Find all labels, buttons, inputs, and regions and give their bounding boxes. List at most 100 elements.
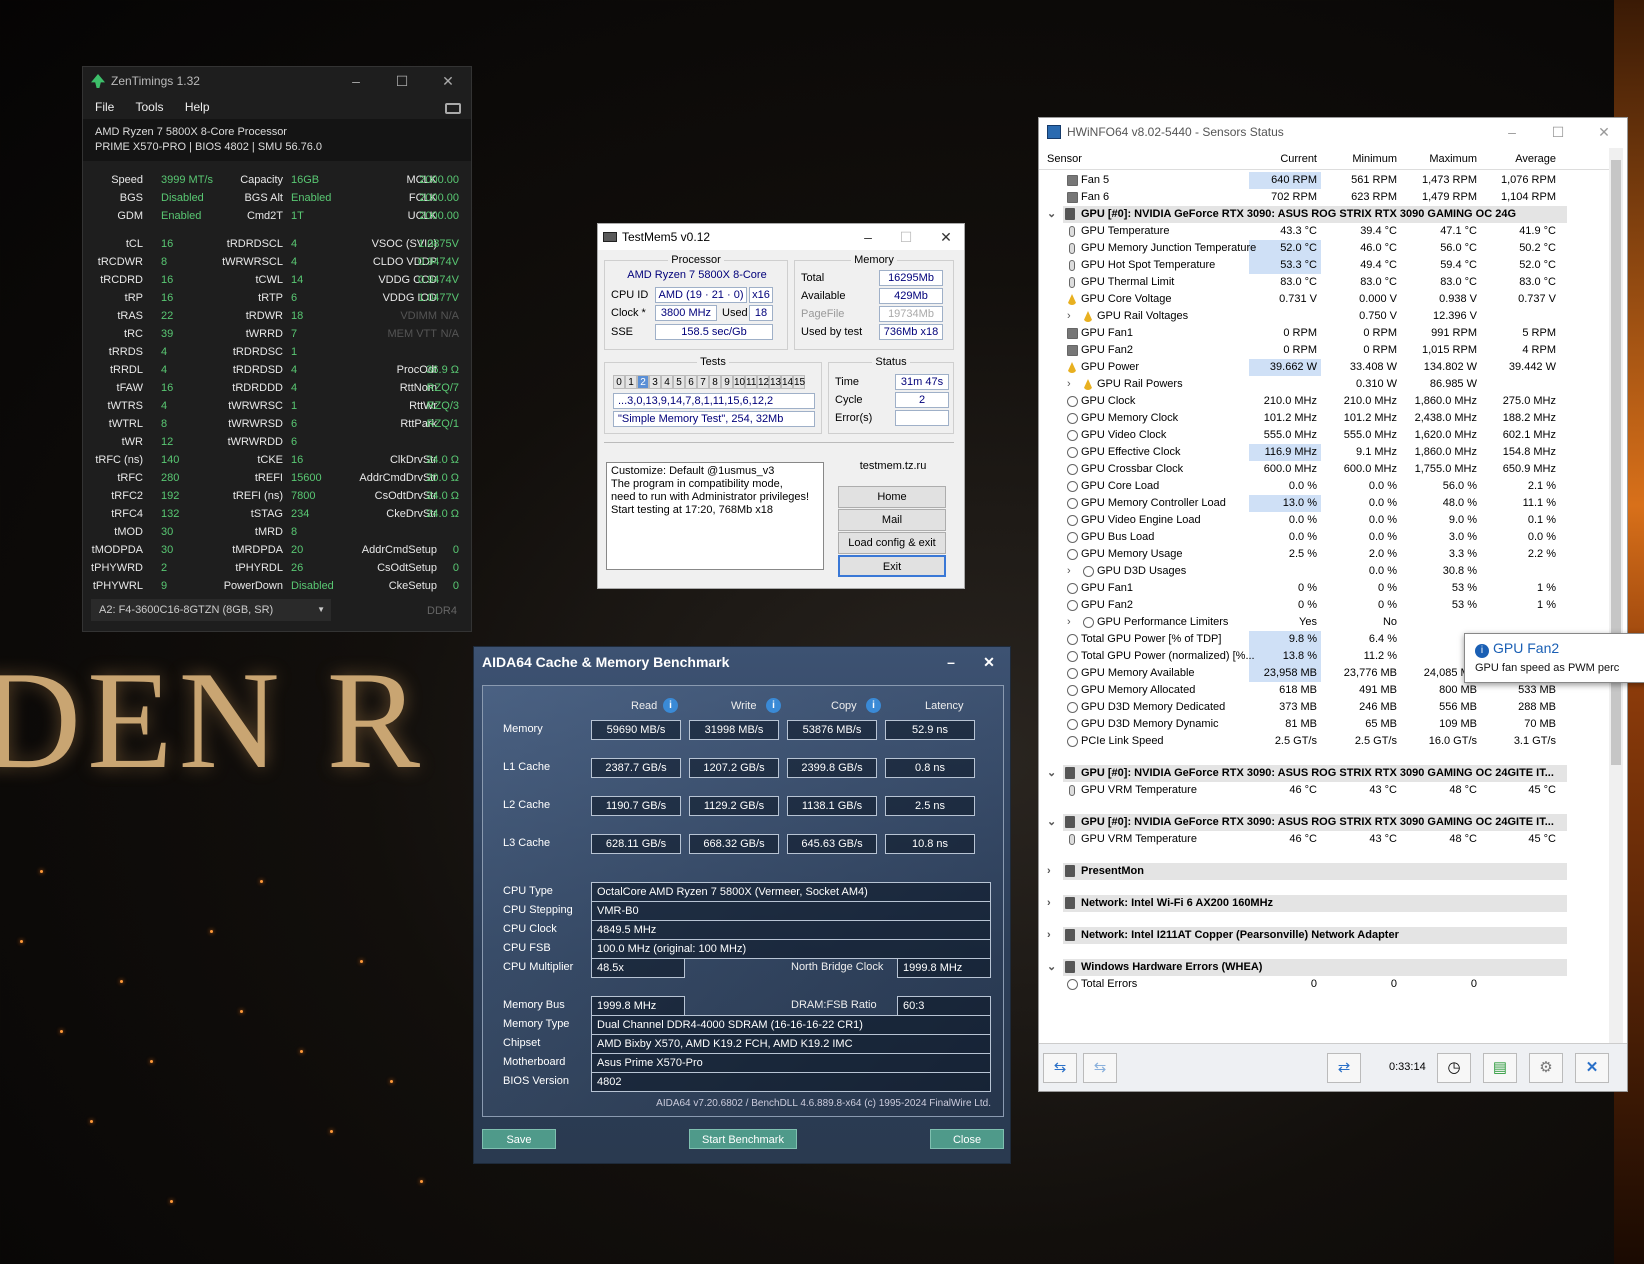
timing-value: 6 [291, 436, 298, 448]
sensor-row[interactable]: GPU Core Voltage 0.731 V 0.000 V 0.938 V 0.7… [1039, 291, 1609, 308]
navigate-back-icon[interactable]: ⇆ [1043, 1053, 1077, 1083]
load-config-button[interactable]: Load config & exit [838, 532, 946, 554]
chevron-down-icon[interactable]: ⌄ [1047, 765, 1056, 782]
chevron-down-icon[interactable]: ⌄ [1047, 206, 1056, 223]
sensor-row[interactable]: GPU Video Engine Load 0.0 % 0.0 % 9.0 % 0.1 … [1039, 512, 1609, 529]
chevron-right-icon[interactable]: › [1047, 927, 1051, 944]
sensor-row[interactable]: GPU Crossbar Clock 600.0 MHz 600.0 MHz 1,75… [1039, 461, 1609, 478]
sensor-row[interactable]: Total Errors 0 0 0 [1039, 976, 1609, 993]
menu-tools[interactable]: Tools [135, 100, 163, 114]
save-button[interactable]: Save [482, 1129, 556, 1149]
settings-gear-icon[interactable]: ⚙ [1529, 1053, 1563, 1083]
log-textarea[interactable]: Customize: Default @1usmus_v3 The progra… [606, 462, 824, 570]
sensor-row[interactable]: GPU VRM Temperature 46 °C 43 °C 48 °C 45 °C [1039, 782, 1609, 799]
sensor-row[interactable]: Fan 5 640 RPM 561 RPM 1,473 RPM 1,076 RPM [1039, 172, 1609, 189]
aida64-window[interactable]: AIDA64 Cache & Memory Benchmark – ✕ Read… [473, 646, 1011, 1164]
sensor-row[interactable]: GPU Thermal Limit 83.0 °C 83.0 °C 83.0 °C 83… [1039, 274, 1609, 291]
sensor-row[interactable]: GPU Core Load 0.0 % 0.0 % 56.0 % 2.1 % [1039, 478, 1609, 495]
sensor-row[interactable]: Fan 6 702 RPM 623 RPM 1,479 RPM 1,104 RPM [1039, 189, 1609, 206]
hwinfo-window[interactable]: HWiNFO64 v8.02-5440 - Sensors Status – ☐… [1038, 117, 1628, 1092]
maximize-icon[interactable]: ☐ [1535, 118, 1581, 146]
chevron-right-icon[interactable]: › [1047, 895, 1051, 912]
chevron-right-icon[interactable]: › [1047, 863, 1051, 880]
sensor-row[interactable]: GPU Fan1 0 % 0 % 53 % 1 % [1039, 580, 1609, 597]
sensor-row[interactable]: GPU Hot Spot Temperature 53.3 °C 49.4 °C 59… [1039, 257, 1609, 274]
sensor-row[interactable]: › GPU D3D Usages 0.0 % 30.8 % [1039, 563, 1609, 580]
testmem-window[interactable]: TestMem5 v0.12 – ☐ ✕ Processor AMD Ryzen… [597, 223, 965, 589]
sensor-row[interactable]: GPU Memory Junction Temperature 52.0 °C 46… [1039, 240, 1609, 257]
maximize-icon[interactable]: ☐ [888, 224, 924, 250]
exit-button[interactable]: Exit [838, 555, 946, 577]
chevron-right-icon[interactable]: › [1067, 614, 1071, 631]
close-icon[interactable]: ✕ [928, 224, 964, 250]
hwinfo-titlebar[interactable]: HWiNFO64 v8.02-5440 - Sensors Status – ☐… [1039, 118, 1627, 146]
sensor-row[interactable]: GPU Fan1 0 RPM 0 RPM 991 RPM 5 RPM [1039, 325, 1609, 342]
col-average[interactable]: Average [1515, 153, 1556, 165]
sensor-row[interactable]: GPU Memory Controller Load 13.0 % 0.0 % 48.… [1039, 495, 1609, 512]
sensor-row[interactable]: GPU Clock 210.0 MHz 210.0 MHz 1,860.0 MHz 27… [1039, 393, 1609, 410]
sensor-row[interactable]: GPU Effective Clock 116.9 MHz 9.1 MHz 1,860… [1039, 444, 1609, 461]
chevron-right-icon[interactable]: › [1067, 376, 1071, 393]
col-minimum[interactable]: Minimum [1352, 153, 1397, 165]
chevron-right-icon[interactable]: › [1067, 563, 1071, 580]
sensor-group[interactable]: ⌄ GPU [#0]: NVIDIA GeForce RTX 3090: ASUS… [1047, 765, 1567, 782]
chevron-down-icon[interactable]: ⌄ [1047, 814, 1056, 831]
dimm-select[interactable]: A2: F4-3600C16-8GTZN (8GB, SR) ▼ [91, 599, 331, 621]
sensor-group[interactable]: › PresentMon [1047, 863, 1567, 880]
navigate-forward-icon[interactable]: ⇆ [1083, 1053, 1117, 1083]
aida-titlebar[interactable]: AIDA64 Cache & Memory Benchmark – ✕ [474, 647, 1010, 677]
col-maximum[interactable]: Maximum [1429, 153, 1477, 165]
clock-icon[interactable]: ◷ [1437, 1053, 1471, 1083]
copy-info-icon[interactable]: i [866, 698, 881, 713]
menu-file[interactable]: File [95, 100, 114, 114]
minimize-icon[interactable]: – [333, 67, 379, 95]
start-benchmark-button[interactable]: Start Benchmark [689, 1129, 797, 1149]
home-button[interactable]: Home [838, 486, 946, 508]
col-sensor[interactable]: Sensor [1047, 153, 1082, 165]
menu-help[interactable]: Help [185, 100, 210, 114]
sensor-group[interactable]: ⌄ GPU [#0]: NVIDIA GeForce RTX 3090: ASUS… [1047, 206, 1567, 223]
sensor-group[interactable]: ⌄ GPU [#0]: NVIDIA GeForce RTX 3090: ASUS… [1047, 814, 1567, 831]
close-icon[interactable]: ✕ [425, 67, 471, 95]
sensor-row[interactable]: GPU D3D Memory Dedicated 373 MB 246 MB 556 … [1039, 699, 1609, 716]
chevron-down-icon[interactable]: ⌄ [1047, 959, 1056, 976]
scrollbar[interactable] [1609, 148, 1623, 1048]
sensor-row[interactable]: GPU VRM Temperature 46 °C 43 °C 48 °C 45 °C [1039, 831, 1609, 848]
sensor-row[interactable]: › GPU Rail Powers 0.310 W 86.985 W [1039, 376, 1609, 393]
minimize-icon[interactable]: – [850, 224, 886, 250]
sensor-row[interactable]: GPU Memory Clock 101.2 MHz 101.2 MHz 2,438.… [1039, 410, 1609, 427]
sensor-row[interactable]: GPU Power 39.662 W 33.408 W 134.802 W 39.442… [1039, 359, 1609, 376]
sensor-row[interactable]: GPU Fan2 0 RPM 0 RPM 1,015 RPM 4 RPM [1039, 342, 1609, 359]
sensor-row[interactable]: GPU Memory Allocated 618 MB 491 MB 800 MB 53… [1039, 682, 1609, 699]
close-icon[interactable]: ✕ [974, 647, 1004, 677]
chevron-right-icon[interactable]: › [1067, 308, 1071, 325]
zentimings-window[interactable]: ZenTimings 1.32 – ☐ ✕ File Tools Help AM… [82, 66, 472, 632]
sensor-group[interactable]: › Network: Intel I211AT Copper (Pearsonvi… [1047, 927, 1567, 944]
zentimings-titlebar[interactable]: ZenTimings 1.32 – ☐ ✕ [83, 67, 471, 95]
sensor-group[interactable]: ⌄ Windows Hardware Errors (WHEA) [1047, 959, 1567, 976]
maximize-icon[interactable]: ☐ [379, 67, 425, 95]
read-info-icon[interactable]: i [663, 698, 678, 713]
network-icon[interactable]: ⇄ [1327, 1053, 1361, 1083]
mail-button[interactable]: Mail [838, 509, 946, 531]
sensor-row[interactable]: › GPU Performance Limiters Yes No [1039, 614, 1609, 631]
sensor-group[interactable]: › Network: Intel Wi-Fi 6 AX200 160MHz [1047, 895, 1567, 912]
screenshot-camera-icon[interactable] [445, 103, 461, 114]
log-file-icon[interactable]: ▤ [1483, 1053, 1517, 1083]
minimize-icon[interactable]: – [936, 647, 966, 677]
sensor-row[interactable]: GPU Memory Usage 2.5 % 2.0 % 3.3 % 2.2 % [1039, 546, 1609, 563]
sensor-row[interactable]: GPU Bus Load 0.0 % 0.0 % 3.0 % 0.0 % [1039, 529, 1609, 546]
testmem-titlebar[interactable]: TestMem5 v0.12 – ☐ ✕ [598, 224, 964, 250]
sensor-row[interactable]: › GPU Rail Voltages 0.750 V 12.396 V [1039, 308, 1609, 325]
sensor-row[interactable]: GPU Video Clock 555.0 MHz 555.0 MHz 1,620.0… [1039, 427, 1609, 444]
sensor-row[interactable]: GPU Temperature 43.3 °C 39.4 °C 47.1 °C 41.9… [1039, 223, 1609, 240]
sensor-row[interactable]: GPU Fan2 0 % 0 % 53 % 1 % [1039, 597, 1609, 614]
sensor-row[interactable]: PCIe Link Speed 2.5 GT/s 2.5 GT/s 16.0 GT/s… [1039, 733, 1609, 750]
close-button[interactable]: Close [930, 1129, 1004, 1149]
close-icon[interactable]: ✕ [1581, 118, 1627, 146]
sensor-row[interactable]: GPU D3D Memory Dynamic 81 MB 65 MB 109 MB 70… [1039, 716, 1609, 733]
col-current[interactable]: Current [1280, 153, 1317, 165]
write-info-icon[interactable]: i [766, 698, 781, 713]
close-sensors-icon[interactable]: ✕ [1575, 1053, 1609, 1083]
minimize-icon[interactable]: – [1489, 118, 1535, 146]
